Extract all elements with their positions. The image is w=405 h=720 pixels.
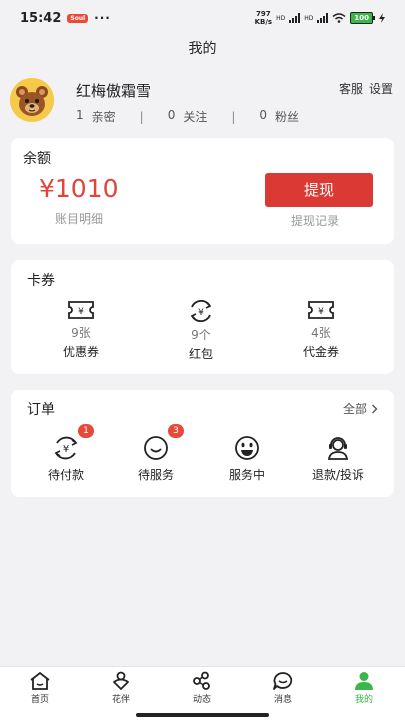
status-time: 15:42: [20, 10, 62, 26]
stat-intimate[interactable]: 1 亲密: [76, 108, 116, 125]
username: 红梅傲霜雪: [76, 82, 152, 100]
profile-icon: [355, 672, 373, 690]
coupon-item-red-packet[interactable]: ¥ 9个 红包: [156, 300, 246, 362]
tab-profile[interactable]: 我的: [334, 671, 394, 705]
bear-avatar-icon: [10, 78, 54, 122]
svg-text:¥: ¥: [78, 307, 84, 317]
order-label: 退款/投诉: [311, 468, 365, 482]
network-type-2: HD: [304, 14, 314, 22]
balance-title: 余额: [23, 151, 51, 167]
battery-icon: 100: [350, 12, 375, 24]
customer-service-link[interactable]: 客服: [339, 80, 363, 97]
chevron-right-icon: [372, 404, 378, 413]
avatar[interactable]: [10, 78, 54, 122]
voucher-ticket-icon: ¥: [308, 301, 334, 319]
home-icon: [30, 671, 50, 690]
page-title: 我的: [188, 41, 217, 57]
account-details-link[interactable]: 账目明细: [55, 210, 103, 227]
svg-text:¥: ¥: [63, 444, 69, 455]
settings-link[interactable]: 设置: [369, 80, 393, 97]
profile-header: 红梅傲霜雪 客服 设置 1 亲密 | 0 关注 | 0 粉丝: [10, 76, 395, 126]
order-title: 订单: [27, 402, 55, 418]
companion-icon: [113, 671, 129, 690]
status-bar: 15:42 Soul ··· 797 KB/s HD HD 100: [0, 0, 405, 36]
stat-count: 0: [259, 108, 268, 122]
signal-icon-2: [317, 13, 329, 23]
network-type-1: HD: [276, 14, 286, 22]
order-card: 订单 全部 ¥ 1 待付款 3 待服务 服务中 退款/投诉: [11, 390, 394, 497]
coupon-label: 优惠券: [62, 345, 99, 359]
status-notification-badge: Soul: [67, 13, 89, 23]
stat-label: 粉丝: [275, 110, 300, 124]
balance-card: 余额 ¥1010 账目明细 提现 提现记录: [11, 138, 394, 244]
network-speed: 797 KB/s: [255, 10, 272, 26]
wifi-icon: [332, 13, 346, 23]
moments-icon: [193, 671, 210, 690]
coupon-label: 红包: [188, 347, 213, 361]
stat-following[interactable]: 0 关注: [168, 108, 208, 125]
network-speed-value: 797: [256, 10, 271, 18]
withdraw-button[interactable]: 提现: [265, 173, 373, 207]
tab-label: 我的: [354, 695, 373, 705]
coupon-count: 9个: [191, 328, 211, 342]
balance-amount: ¥1010: [39, 174, 119, 203]
coupon-item-voucher[interactable]: ¥ 4张 代金券: [276, 300, 366, 360]
coupon-count: 4张: [311, 326, 331, 340]
order-item-pending-payment[interactable]: ¥ 1 待付款: [26, 424, 106, 483]
stat-count: 0: [167, 108, 176, 122]
bottom-tab-bar: 首页 花伴 动态 消息 我的: [0, 666, 405, 720]
red-packet-icon: ¥: [190, 300, 212, 322]
stat-separator: |: [139, 109, 144, 124]
svg-text:¥: ¥: [318, 307, 324, 317]
order-label: 服务中: [228, 468, 265, 482]
coupon-count: 9张: [71, 326, 91, 340]
view-all-orders-link[interactable]: 全部: [343, 400, 378, 417]
coupon-title: 卡券: [27, 273, 55, 289]
tab-home[interactable]: 首页: [10, 671, 70, 705]
profile-stats: 1 亲密 | 0 关注 | 0 粉丝: [76, 108, 299, 125]
charging-icon: [379, 13, 385, 23]
order-label: 待付款: [47, 468, 84, 482]
order-item-pending-service[interactable]: 3 待服务: [116, 424, 196, 483]
withdraw-record-link[interactable]: 提现记录: [291, 212, 339, 229]
tab-messages[interactable]: 消息: [253, 671, 313, 705]
order-item-refund-complaint[interactable]: 退款/投诉: [298, 434, 378, 483]
order-item-in-service[interactable]: 服务中: [207, 434, 287, 483]
tab-moments[interactable]: 动态: [172, 671, 232, 705]
stat-count: 1: [76, 108, 84, 122]
tab-companion[interactable]: 花伴: [91, 671, 151, 705]
coupon-item-discount[interactable]: ¥ 9张 优惠券: [36, 300, 126, 360]
status-more-dots: ···: [94, 11, 111, 25]
coupon-card: 卡券 ¥ 9张 优惠券 ¥ 9个 红包 ¥ 4张 代金券: [11, 260, 394, 374]
order-label: 待服务: [137, 468, 174, 482]
stat-fans[interactable]: 0 粉丝: [259, 108, 299, 125]
tab-label: 动态: [192, 695, 211, 705]
pending-service-icon: [144, 436, 168, 460]
svg-text:¥: ¥: [198, 308, 204, 318]
stat-label: 关注: [183, 110, 208, 124]
battery-level: 100: [350, 12, 373, 24]
stat-label: 亲密: [91, 110, 116, 124]
stat-separator: |: [231, 109, 236, 124]
signal-icon: [289, 13, 301, 23]
view-all-label: 全部: [342, 402, 367, 416]
message-icon: [273, 672, 293, 690]
order-count-badge: 1: [78, 424, 94, 438]
order-count-badge: 3: [168, 424, 184, 438]
refund-complaint-icon: [327, 437, 349, 460]
home-indicator: [136, 713, 269, 717]
in-service-icon: [235, 436, 259, 460]
tab-label: 花伴: [111, 695, 130, 705]
tab-label: 首页: [30, 695, 49, 705]
tab-label: 消息: [273, 695, 292, 705]
pending-payment-icon: ¥: [54, 436, 78, 460]
network-speed-unit: KB/s: [254, 18, 273, 26]
coupon-label: 代金券: [302, 345, 339, 359]
coupon-ticket-icon: ¥: [68, 301, 94, 319]
